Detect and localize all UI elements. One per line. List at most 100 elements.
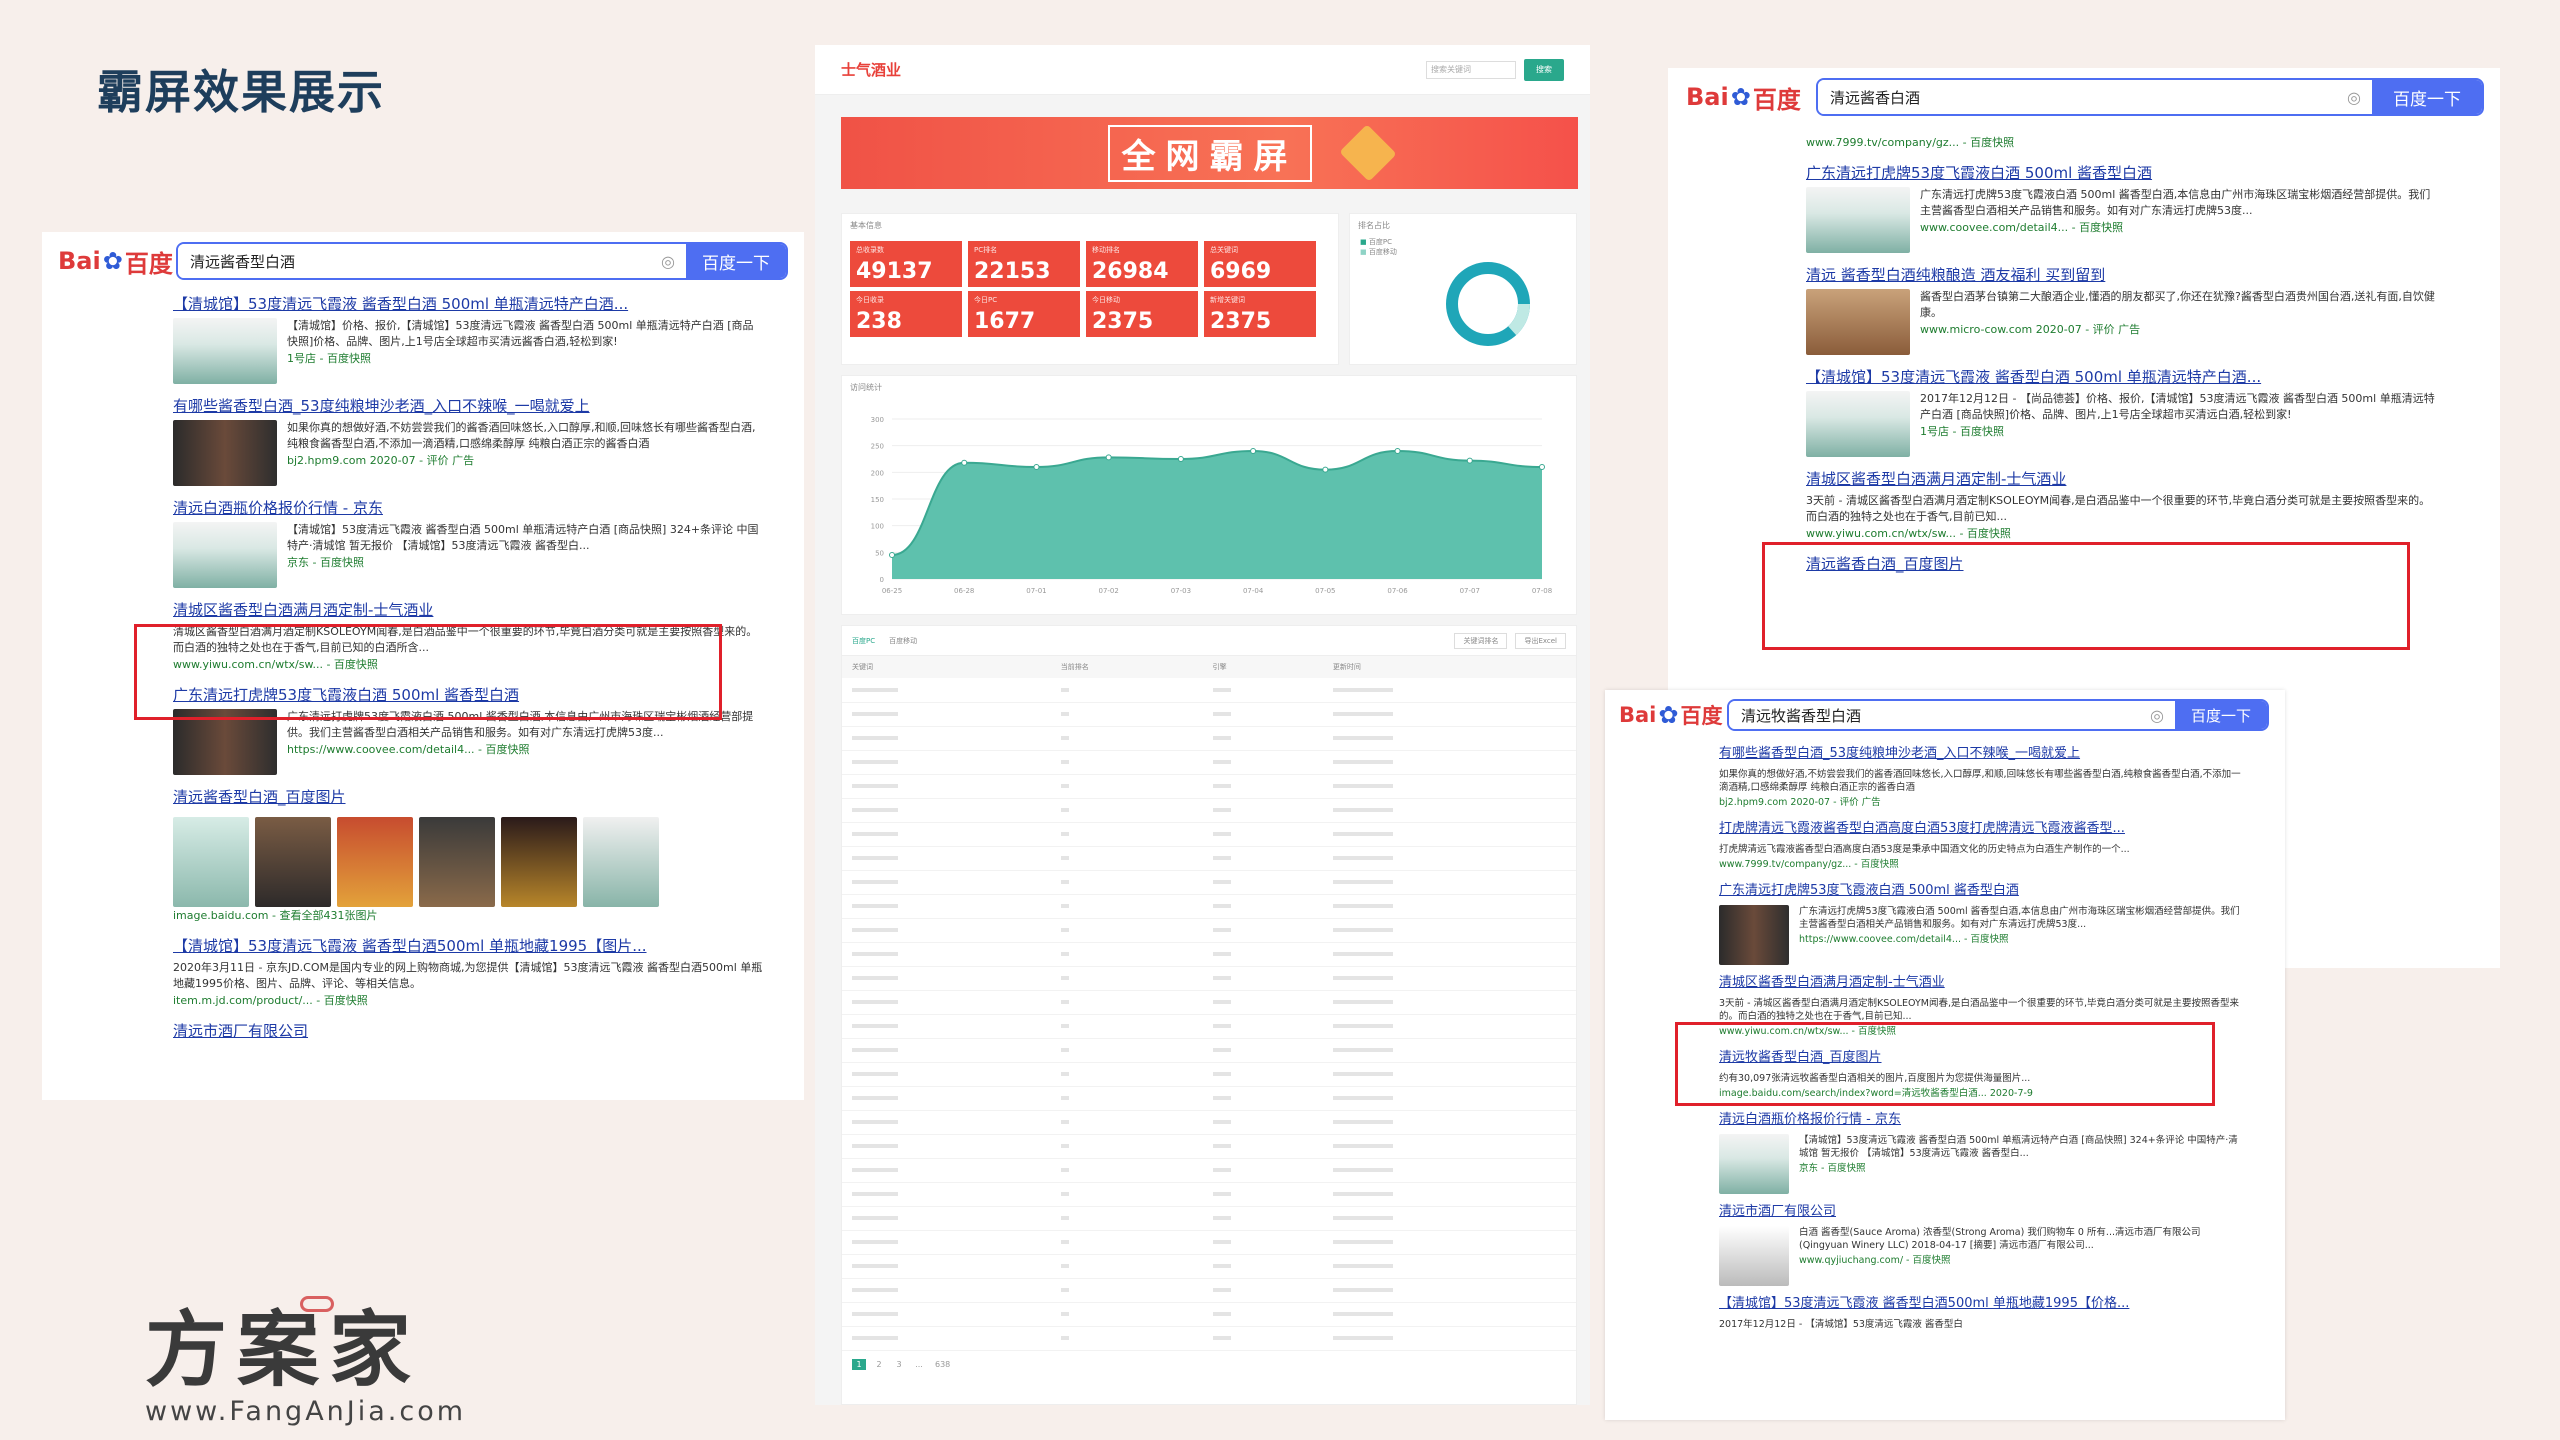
result-url[interactable]: bj2.hpm9.com 2020-07 - 评价 广告 [1719, 794, 2245, 811]
data-point[interactable] [1033, 464, 1040, 470]
result-thumbnail[interactable] [1719, 1134, 1789, 1194]
export-button[interactable]: 导出Excel [1515, 632, 1566, 649]
result-thumbnail[interactable] [173, 318, 277, 384]
data-point[interactable] [889, 552, 895, 558]
data-point[interactable] [1322, 466, 1329, 473]
page-button[interactable]: 3 [892, 1359, 906, 1370]
ranking-button[interactable]: 关键词排名 [1454, 632, 1508, 649]
table-row [842, 702, 1576, 727]
result-url[interactable]: 京东 - 百度快照 [287, 554, 764, 571]
search-button[interactable]: 百度一下 [2372, 80, 2482, 114]
result-title-link[interactable]: 清远酱香型白酒_百度图片 [173, 787, 764, 807]
search-button[interactable]: 百度一下 [686, 244, 786, 278]
result-title-link[interactable]: 有哪些酱香型白酒_53度纯粮坤沙老酒_入口不辣喉_一喝就爱上 [1719, 744, 2245, 764]
data-point[interactable] [1250, 448, 1257, 454]
camera-icon[interactable]: ◎ [2336, 80, 2372, 114]
result-title-link[interactable]: 广东清远打虎牌53度飞霞液白酒 500ml 酱香型白酒 [1806, 163, 2440, 183]
result-thumbnail[interactable] [1806, 187, 1910, 253]
result-image[interactable] [337, 817, 413, 907]
result-thumbnail[interactable] [1806, 391, 1910, 457]
tab-pc[interactable]: 百度PC [852, 636, 875, 646]
data-point[interactable] [961, 459, 968, 466]
result-url[interactable]: www.7999.tv/company/gz... - 百度快照 [1719, 856, 2130, 873]
result-url[interactable]: bj2.hpm9.com 2020-07 - 评价 广告 [287, 452, 764, 469]
result-thumbnail[interactable] [1719, 1226, 1789, 1286]
result-title-link[interactable]: 清城区酱香型白酒满月酒定制-士气酒业 [1806, 469, 2440, 489]
result-url[interactable]: 1号店 - 百度快照 [287, 350, 764, 367]
result-image[interactable] [173, 817, 249, 907]
result-url[interactable]: 1号店 - 百度快照 [1920, 423, 2440, 440]
result-title-link[interactable]: 广东清远打虎牌53度飞霞液白酒 500ml 酱香型白酒 [1719, 881, 2245, 901]
result-url[interactable]: www.coovee.com/detail4... - 百度快照 [1920, 219, 2440, 236]
table-row [842, 678, 1576, 703]
blurred-text [1332, 1240, 1393, 1244]
data-point[interactable] [1539, 464, 1545, 470]
result-thumbnail[interactable] [173, 420, 277, 486]
data-point[interactable] [1177, 456, 1184, 462]
search-result: 有哪些酱香型白酒_53度纯粮坤沙老酒_入口不辣喉_一喝就爱上 如果你真的想做好酒,… [173, 396, 764, 486]
result-image[interactable] [255, 817, 331, 907]
result-title-link[interactable]: 【清城馆】53度清远飞霞液 酱香型白酒 500ml 单瓶清远特产白酒... [1806, 367, 2440, 387]
result-title-link[interactable]: 清远市酒厂有限公司 [1719, 1202, 2245, 1222]
search-button[interactable]: 百度一下 [2175, 701, 2267, 729]
page-button[interactable]: 2 [872, 1359, 886, 1370]
result-image[interactable] [583, 817, 659, 907]
search-input[interactable] [1729, 701, 2139, 729]
search-input[interactable] [178, 244, 650, 278]
result-image[interactable] [419, 817, 495, 907]
result-title-link[interactable]: 清远白酒瓶价格报价行情 - 京东 [1719, 1110, 2245, 1130]
result-url[interactable]: image.baidu.com - 查看全部431张图片 [173, 907, 659, 924]
table-cell [1050, 798, 1203, 823]
stat-value: 1677 [974, 309, 1036, 334]
result-title-link[interactable]: 【清城馆】53度清远飞霞液 酱香型白酒500ml 单瓶地藏1995【图片... [173, 936, 764, 956]
blurred-text [1212, 1192, 1231, 1196]
data-point[interactable] [1394, 448, 1401, 454]
result-title-link[interactable]: 清城区酱香型白酒满月酒定制-士气酒业 [1719, 973, 2245, 993]
result-thumbnail[interactable] [173, 522, 277, 588]
result-url[interactable]: https://www.coovee.com/detail4... - 百度快照 [1799, 931, 2245, 948]
result-title-link[interactable]: 【清城馆】53度清远飞霞液 酱香型白酒500ml 单瓶地藏1995【价格... [1719, 1294, 2245, 1314]
result-url[interactable]: www.micro-cow.com 2020-07 - 评价 广告 [1920, 321, 2440, 338]
table-cell [1202, 678, 1323, 703]
result-title-link[interactable]: 清远 酱香型白酒纯粮酿造 酒友福利 买到留到 [1806, 265, 2440, 285]
result-title-link[interactable]: 【清城馆】53度清远飞霞液 酱香型白酒 500ml 单瓶清远特产白酒... [173, 294, 764, 314]
result-title-link[interactable]: 清城区酱香型白酒满月酒定制-士气酒业 [173, 600, 764, 620]
result-thumbnail[interactable] [1719, 905, 1789, 965]
result-title-link[interactable]: 有哪些酱香型白酒_53度纯粮坤沙老酒_入口不辣喉_一喝就爱上 [173, 396, 764, 416]
blurred-text [852, 1288, 898, 1292]
result-title-link[interactable]: 清远市酒厂有限公司 [173, 1021, 764, 1041]
dashboard-search-button[interactable]: 搜索 [1524, 58, 1564, 81]
page-button[interactable]: ... [912, 1359, 926, 1370]
result-image[interactable] [501, 817, 577, 907]
blurred-text [1212, 808, 1231, 812]
blurred-text [1060, 1048, 1069, 1052]
table-row [842, 1134, 1576, 1159]
camera-icon[interactable]: ◎ [2139, 701, 2175, 729]
blurred-text [1212, 736, 1231, 740]
result-url[interactable]: item.m.jd.com/product/... - 百度快照 [173, 992, 764, 1009]
table-row [842, 894, 1576, 919]
page-button[interactable]: 638 [932, 1359, 953, 1370]
page-button[interactable]: 1 [852, 1358, 866, 1370]
table-cell [1050, 1182, 1203, 1207]
result-thumbnail[interactable] [1806, 289, 1910, 355]
dashboard-search-input[interactable]: 搜索关键词 [1426, 60, 1516, 79]
tab-mobile[interactable]: 百度移动 [889, 636, 917, 646]
x-tick-label: 07-05 [1315, 587, 1335, 595]
result-url[interactable]: www.qyjiuchang.com/ - 百度快照 [1799, 1252, 2245, 1269]
result-url[interactable]: https://www.coovee.com/detail4... - 百度快照 [287, 741, 764, 758]
data-point[interactable] [1466, 457, 1473, 464]
search-input[interactable] [1818, 80, 2336, 114]
search-result: 清远酱香型白酒_百度图片 image.baidu.com - 查看全部431张图片 [173, 787, 764, 924]
result-url[interactable]: www.yiwu.com.cn/wtx/sw... - 百度快照 [1806, 525, 2440, 542]
result-url[interactable]: 京东 - 百度快照 [1799, 1160, 2245, 1177]
result-title-link[interactable]: 打虎牌清远飞霞液酱香型白酒高度白酒53度打虎牌清远飞霞液酱香型... [1719, 819, 2245, 839]
table-cell [1202, 870, 1323, 895]
result-title-link[interactable]: 清远白酒瓶价格报价行情 - 京东 [173, 498, 764, 518]
table-cell [1050, 1014, 1203, 1039]
result-url[interactable]: www.7999.tv/company/gz... - 百度快照 [1806, 134, 2014, 151]
data-point[interactable] [1105, 454, 1112, 461]
table-cell [842, 750, 1051, 775]
search-box: ◎ 百度一下 [176, 242, 788, 280]
camera-icon[interactable]: ◎ [650, 244, 686, 278]
